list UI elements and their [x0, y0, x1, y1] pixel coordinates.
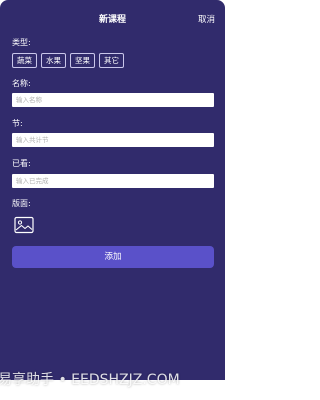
add-button[interactable]: 添加 — [12, 246, 214, 268]
sections-input[interactable] — [12, 133, 214, 147]
category-chip-other[interactable]: 其它 — [99, 53, 124, 68]
watched-label: 已看: — [12, 159, 31, 168]
header: 新课程 取消 — [0, 0, 225, 40]
sections-label: 节: — [12, 119, 23, 128]
image-icon[interactable] — [14, 216, 34, 234]
new-course-sheet: 新课程 取消 类型: 蔬菜 水果 坚果 其它 名称: 节: 已看: 版面: 添加 — [0, 0, 225, 380]
name-label: 名称: — [12, 79, 31, 88]
category-chip-fruit[interactable]: 水果 — [41, 53, 66, 68]
page-title: 新课程 — [98, 15, 126, 25]
cover-label: 版面: — [12, 199, 31, 208]
watched-input[interactable] — [12, 174, 214, 188]
type-label: 类型: — [12, 38, 31, 47]
cancel-button[interactable]: 取消 — [198, 14, 215, 26]
watermark: 易享助手 • EEDSHZJZ.COM — [0, 372, 180, 388]
category-chip-nut[interactable]: 坚果 — [70, 53, 95, 68]
category-chips: 蔬菜 水果 坚果 其它 — [12, 53, 124, 68]
category-chip-vegetable[interactable]: 蔬菜 — [12, 53, 37, 68]
name-input[interactable] — [12, 93, 214, 107]
